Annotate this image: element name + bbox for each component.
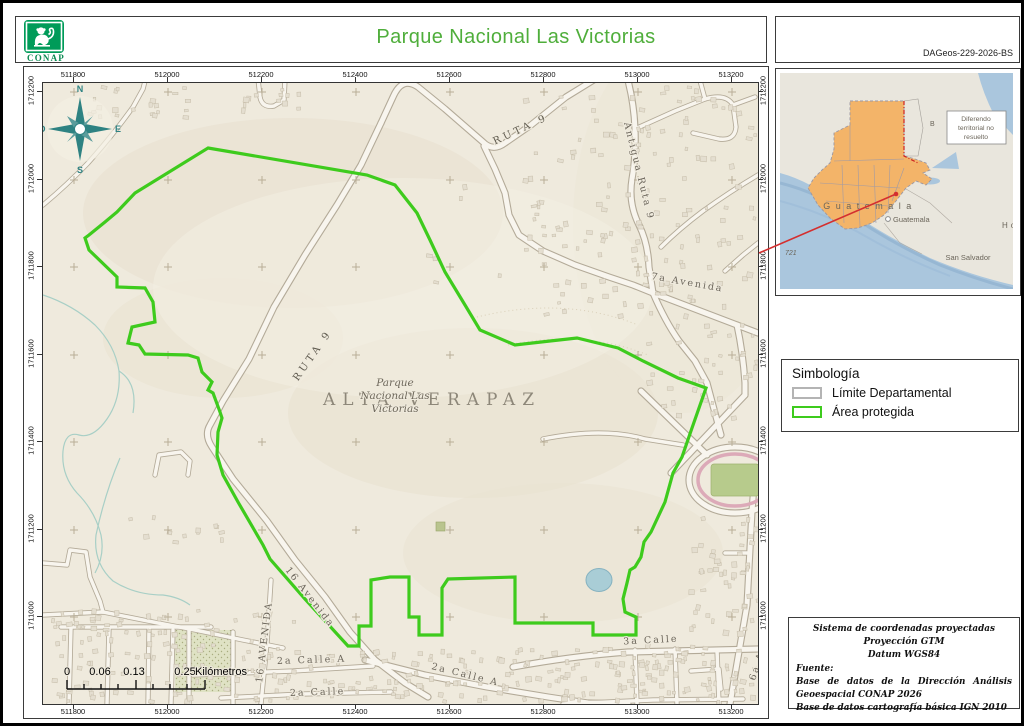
inset-belize-partial: B xyxy=(930,121,935,128)
coordinate-tick xyxy=(73,704,74,709)
inset-route-721: 721 xyxy=(785,250,797,257)
document-id: DAGeos-229-2026-BS xyxy=(922,48,1013,58)
guatemala-inset-map: G u a t e m a l a Guatemala San Salvador… xyxy=(780,73,1013,289)
coordinate-tick xyxy=(167,77,168,82)
ruta9-upper-label: RUTA 9 xyxy=(492,112,551,147)
coordinate-tick xyxy=(758,266,763,267)
park-name-line1: Parque xyxy=(375,377,414,389)
coordinate-tick xyxy=(37,529,42,530)
projection-line: Proyección GTM xyxy=(863,637,945,648)
coordinate-tick xyxy=(637,77,638,82)
coordinate-tick xyxy=(758,91,763,92)
coordinate-tick xyxy=(73,77,74,82)
compass-rose: N S E O xyxy=(43,84,121,175)
coordinate-tick xyxy=(758,354,763,355)
guatemala-locator-inset: G u a t e m a l a Guatemala San Salvador… xyxy=(775,68,1021,296)
legend-item-label: Límite Departamental xyxy=(832,386,952,400)
source-line2: Base de datos cartografía básica IGN 201… xyxy=(796,703,1007,714)
scale-0: 0 xyxy=(64,666,70,678)
legend-item-label: Área protegida xyxy=(832,405,915,419)
territorial-note-callout: Diferendo territorial no resuelto xyxy=(946,110,1007,145)
coordinate-tick xyxy=(758,529,763,530)
coordinate-tick xyxy=(758,441,763,442)
compass-west: O xyxy=(43,124,46,134)
scale-025: 0.25 xyxy=(174,666,195,678)
park-name-line2: Nacional Las xyxy=(359,390,430,402)
inset-country-label: G u a t e m a l a xyxy=(823,201,913,211)
stadium xyxy=(696,452,758,508)
coord-system-line: Sistema de coordenadas proyectadas xyxy=(813,624,995,634)
department-label: ALTA VERAPAZ xyxy=(322,390,541,410)
coordinate-tick xyxy=(543,704,544,709)
map-metadata-box: Sistema de coordenadas proyectadas Proye… xyxy=(788,617,1020,713)
compass-east: E xyxy=(115,124,121,134)
note-line2: territorial no xyxy=(958,125,994,132)
page-title: Parque Nacional Las Victorias xyxy=(376,26,656,48)
calle2-label: 2a Calle xyxy=(290,686,346,699)
map-canvas: ALTA VERAPAZ Parque Nacional Las Victori… xyxy=(42,82,759,705)
note-line1: Diferendo xyxy=(961,116,991,123)
source-line1: Base de datos de la Dirección Análisis G… xyxy=(796,676,1012,700)
map-sheet-page: CONAP Parque Nacional Las Victorias DAGe… xyxy=(0,0,1024,726)
coordinate-tick xyxy=(37,266,42,267)
coordinate-tick xyxy=(758,616,763,617)
capital-city-dot xyxy=(885,216,891,222)
coordinate-tick xyxy=(37,441,42,442)
note-line3: resuelto xyxy=(964,134,988,141)
protected-area-swatch xyxy=(792,406,822,418)
coordinate-tick xyxy=(37,354,42,355)
coordinate-tick xyxy=(167,704,168,709)
conap-logo-text: CONAP xyxy=(27,53,65,63)
coordinate-tick xyxy=(449,704,450,709)
header-bar: CONAP Parque Nacional Las Victorias xyxy=(15,16,767,63)
legend-item-protected: Área protegida xyxy=(792,405,1008,419)
coordinate-tick xyxy=(731,77,732,82)
calle2aA-west-label: 2a Calle A xyxy=(277,654,347,667)
legend-panel: Simbología Límite Departamental Área pro… xyxy=(781,359,1019,432)
inset-capital-label: Guatemala xyxy=(893,215,931,224)
coordinate-label-y: 1712000 xyxy=(26,163,36,194)
scale-006: 0.06 xyxy=(89,666,110,678)
inset-honduras-partial: Ho xyxy=(1002,221,1013,230)
compass-north: N xyxy=(77,84,84,94)
coordinate-label-y: 1711000 xyxy=(26,601,36,630)
coordinate-tick xyxy=(543,77,544,82)
calle3-label: 3a Calle xyxy=(623,634,679,648)
coordinate-tick xyxy=(261,77,262,82)
coordinate-label-y: 1712200 xyxy=(26,75,36,106)
scale-013: 0.13 xyxy=(123,666,144,678)
coordinate-label-y: 1711800 xyxy=(26,251,36,280)
coordinate-tick xyxy=(37,616,42,617)
coordinate-label-y: 1711400 xyxy=(26,426,36,455)
fuente-label: Fuente: xyxy=(796,663,834,674)
coordinate-tick xyxy=(731,704,732,709)
cemetery-field xyxy=(175,630,231,692)
scale-unit: Kilómetros xyxy=(195,666,247,678)
departmental-boundary-swatch xyxy=(792,387,822,399)
coordinate-tick xyxy=(37,91,42,92)
legend-title: Simbología xyxy=(792,366,860,381)
inset-san-salvador-label: San Salvador xyxy=(945,253,991,262)
document-id-box: DAGeos-229-2026-BS xyxy=(775,16,1020,63)
topographic-map: ALTA VERAPAZ Parque Nacional Las Victori… xyxy=(43,83,758,704)
pond xyxy=(585,568,613,592)
legend-item-departmental: Límite Departamental xyxy=(792,386,1008,400)
small-green-square xyxy=(435,521,446,532)
coordinate-tick xyxy=(355,77,356,82)
coordinate-label-y: 1711200 xyxy=(26,514,36,543)
datum-line: Datum WGS84 xyxy=(867,650,941,661)
main-map-panel: ALTA VERAPAZ Parque Nacional Las Victori… xyxy=(23,66,769,719)
conap-logo-icon xyxy=(24,20,64,53)
monkey-icon xyxy=(25,21,63,52)
coordinate-tick xyxy=(261,704,262,709)
coordinate-label-y: 1711600 xyxy=(26,339,36,368)
coordinate-tick xyxy=(449,77,450,82)
coordinate-tick xyxy=(355,704,356,709)
coordinate-tick xyxy=(758,179,763,180)
conap-logo: CONAP xyxy=(24,20,68,63)
coordinate-tick xyxy=(637,704,638,709)
park-name-line3: Victorias xyxy=(371,403,419,415)
coordinate-tick xyxy=(37,179,42,180)
compass-south: S xyxy=(77,165,83,175)
